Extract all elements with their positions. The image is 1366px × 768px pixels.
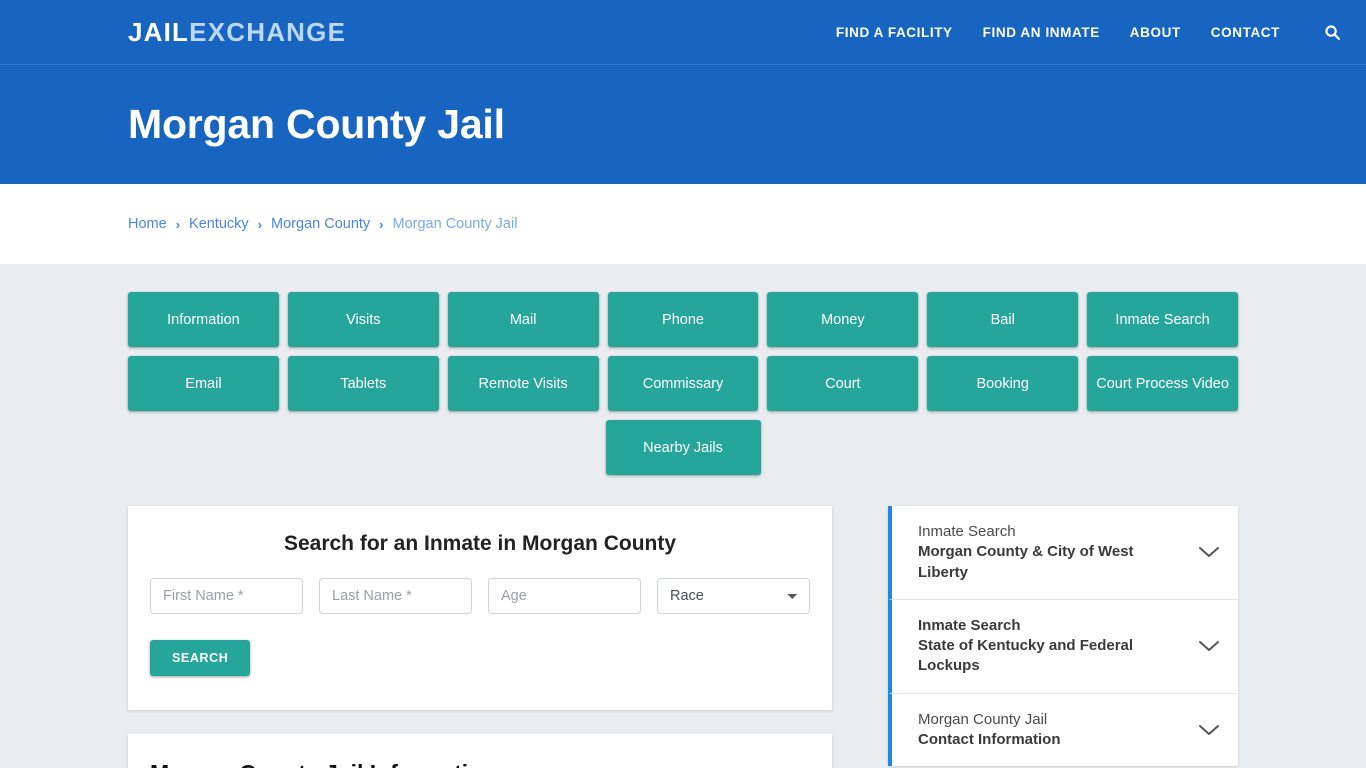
breadcrumb-separator-icon: › (379, 216, 384, 232)
quicklink-court[interactable]: Court (767, 356, 919, 411)
accordion-text: Inmate Search State of Kentucky and Fede… (918, 616, 1186, 677)
quicklink-nearby-jails[interactable]: Nearby Jails (605, 420, 761, 475)
accordion-line-1: Morgan County Jail (918, 710, 1048, 728)
accordion-line-1: Inmate Search (918, 523, 1016, 540)
quicklink-row-1: Information Visits Mail Phone Money Bail… (128, 292, 1239, 347)
jail-information-heading: Morgan County Jail Information (150, 760, 810, 768)
quicklink-email[interactable]: Email (128, 356, 279, 411)
nav-item-find-a-facility[interactable]: FIND A FACILITY (836, 25, 953, 40)
accordion-item-inmate-search-state[interactable]: Inmate Search State of Kentucky and Fede… (888, 599, 1238, 694)
accordion-line-2: State of Kentucky and Federal Lockups (918, 637, 1134, 675)
inmate-search-heading: Search for an Inmate in Morgan County (283, 532, 677, 555)
quicklink-information[interactable]: Information (128, 292, 279, 347)
quicklink-mail[interactable]: Mail (447, 292, 599, 347)
breadcrumb-item-kentucky[interactable]: Kentucky (189, 216, 249, 232)
race-select[interactable]: Race (657, 578, 810, 614)
quicklink-button-grid: Information Visits Mail Phone Money Bail… (0, 264, 1366, 475)
breadcrumb-separator-icon: › (257, 216, 263, 232)
sidebar-accordion: Inmate Search Morgan County & City of We… (888, 506, 1238, 766)
quicklink-row-3: Nearby Jails (128, 420, 1238, 475)
chevron-down-icon[interactable] (1198, 723, 1220, 737)
jail-information-card: Morgan County Jail Information (128, 734, 832, 768)
quicklink-row-2: Email Tablets Remote Visits Commissary C… (128, 356, 1239, 411)
accordion-text: Morgan County Jail Contact Information (918, 710, 1186, 751)
nav-item-find-an-inmate[interactable]: FIND AN INMATE (983, 25, 1100, 40)
quicklink-money[interactable]: Money (767, 292, 919, 347)
site-logo[interactable]: JAILEXCHANGE (128, 19, 346, 45)
breadcrumb-item-morgan-county[interactable]: Morgan County (271, 216, 370, 232)
last-name-input[interactable] (319, 578, 472, 614)
search-button[interactable]: SEARCH (150, 640, 251, 676)
quicklink-booking[interactable]: Booking (927, 356, 1079, 411)
quicklink-tablets[interactable]: Tablets (287, 356, 439, 411)
accordion-line-1: Inmate Search (918, 616, 1021, 634)
nav-item-about[interactable]: ABOUT (1130, 25, 1181, 40)
breadcrumb-item-morgan-county-jail[interactable]: Morgan County Jail (393, 216, 518, 232)
logo-text-primary: JAIL (128, 17, 190, 47)
quicklink-court-process-video[interactable]: Court Process Video (1087, 356, 1239, 411)
logo-text-secondary: EXCHANGE (189, 17, 347, 47)
breadcrumb: Home › Kentucky › Morgan County › Morgan… (128, 216, 517, 232)
quicklink-phone[interactable]: Phone (607, 292, 759, 347)
main-nav-links: FIND A FACILITY FIND AN INMATE ABOUT CON… (836, 18, 1346, 46)
hero-banner: Morgan County Jail (0, 64, 1366, 184)
breadcrumb-item-home[interactable]: Home (128, 216, 167, 232)
quicklink-remote-visits[interactable]: Remote Visits (447, 356, 599, 411)
breadcrumb-separator-icon: › (175, 216, 181, 232)
page-title: Morgan County Jail (128, 101, 505, 147)
nav-item-contact[interactable]: CONTACT (1211, 25, 1280, 40)
accordion-item-contact-information[interactable]: Morgan County Jail Contact Information (888, 693, 1238, 766)
quicklink-bail[interactable]: Bail (927, 292, 1079, 347)
accordion-line-2: Morgan County & City of West Liberty (918, 543, 1134, 581)
age-input[interactable] (488, 578, 641, 614)
first-name-input[interactable] (150, 578, 303, 614)
top-navigation-bar: JAILEXCHANGE FIND A FACILITY FIND AN INM… (0, 0, 1366, 64)
chevron-down-icon[interactable] (1198, 545, 1220, 559)
quicklink-visits[interactable]: Visits (287, 292, 439, 347)
accordion-item-inmate-search-county[interactable]: Inmate Search Morgan County & City of We… (888, 506, 1238, 600)
inmate-search-card: Search for an Inmate in Morgan County Ra… (128, 506, 832, 710)
accordion-line-2: Contact Information (918, 730, 1061, 748)
right-sidebar: Inmate Search Morgan County & City of We… (888, 506, 1238, 766)
inmate-search-form-row: Race (150, 578, 810, 614)
quicklink-inmate-search[interactable]: Inmate Search (1087, 292, 1239, 347)
accordion-text: Inmate Search Morgan County & City of We… (918, 522, 1186, 583)
chevron-down-icon[interactable] (1198, 639, 1220, 653)
search-icon[interactable] (1318, 18, 1346, 46)
main-content-area: Search for an Inmate in Morgan County Ra… (0, 484, 1366, 768)
breadcrumb-band: Home › Kentucky › Morgan County › Morgan… (0, 184, 1366, 264)
left-column: Search for an Inmate in Morgan County Ra… (128, 506, 832, 768)
quicklink-commissary[interactable]: Commissary (607, 356, 759, 411)
